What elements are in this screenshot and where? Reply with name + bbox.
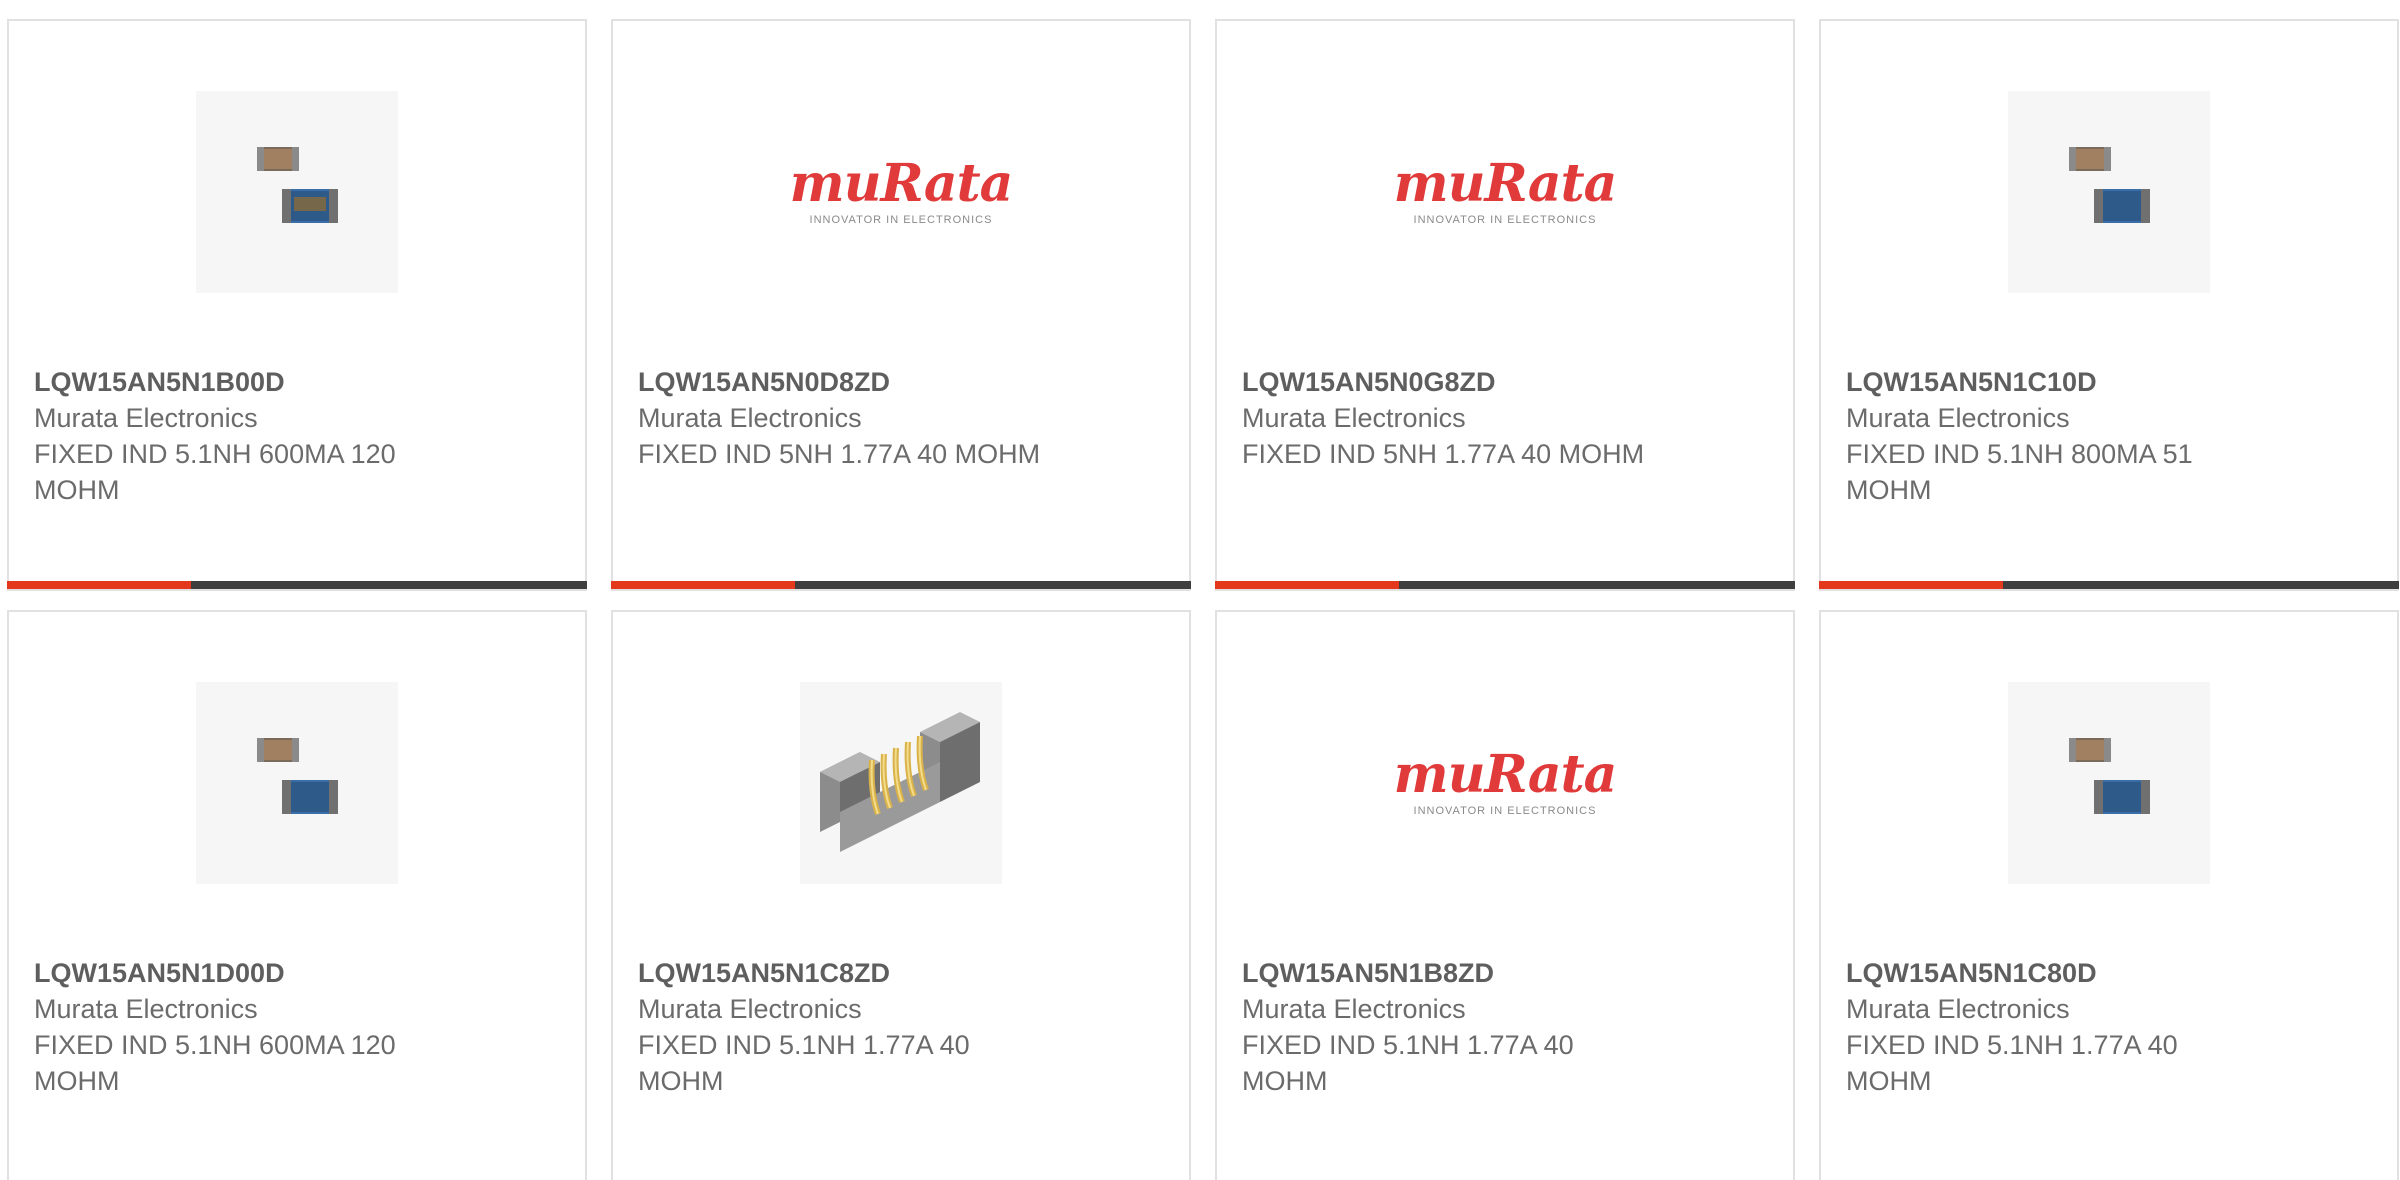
card-accent-bar	[1215, 581, 1399, 589]
card-bottom-bar	[7, 581, 587, 589]
card-accent-bar	[1819, 581, 2003, 589]
card-bottom-bar	[1819, 581, 2399, 589]
part-number[interactable]: LQW15AN5N0D8ZD	[638, 364, 1164, 400]
product-info: LQW15AN5N1B00D Murata Electronics FIXED …	[34, 364, 560, 508]
logo-brand: muRata	[1393, 153, 1618, 214]
murata-logo: muRata INNOVATOR IN ELECTRONICS	[1393, 744, 1618, 818]
chip-inductor-icon	[2069, 147, 2150, 223]
product-info: LQW15AN5N1B8ZD Murata Electronics FIXED …	[1242, 955, 1768, 1099]
wirewound-inductor-icon	[820, 712, 980, 852]
card-bottom-bar	[611, 581, 1191, 589]
description: FIXED IND 5.1NH 1.77A 40 MOHM	[1846, 1030, 2178, 1096]
description: FIXED IND 5NH 1.77A 40 MOHM	[1242, 439, 1645, 469]
description: FIXED IND 5.1NH 800MA 51 MOHM	[1846, 439, 2193, 505]
product-card[interactable]: LQW15AN5N1C10D Murata Electronics FIXED …	[1819, 19, 2399, 591]
manufacturer: Murata Electronics	[1846, 994, 2070, 1024]
product-info: LQW15AN5N0G8ZD Murata Electronics FIXED …	[1242, 364, 1768, 472]
part-number[interactable]: LQW15AN5N1D00D	[34, 955, 560, 991]
product-card[interactable]: muRata INNOVATOR IN ELECTRONICS LQW15AN5…	[1215, 610, 1795, 1180]
product-grid: LQW15AN5N1B00D Murata Electronics FIXED …	[7, 19, 2400, 1180]
logo-tagline: INNOVATOR IN ELECTRONICS	[809, 214, 993, 226]
part-number[interactable]: LQW15AN5N1C80D	[1846, 955, 2372, 991]
manufacturer: Murata Electronics	[638, 403, 862, 433]
product-card[interactable]: LQW15AN5N1C8ZD Murata Electronics FIXED …	[611, 610, 1191, 1180]
part-number[interactable]: LQW15AN5N1C10D	[1846, 364, 2372, 400]
manufacturer: Murata Electronics	[34, 994, 258, 1024]
manufacturer: Murata Electronics	[1846, 403, 2070, 433]
product-card[interactable]: LQW15AN5N1D00D Murata Electronics FIXED …	[7, 610, 587, 1180]
chip-inductor-icon	[257, 147, 338, 223]
murata-logo-image[interactable]: muRata INNOVATOR IN ELECTRONICS	[1394, 91, 1618, 293]
card-accent-bar	[7, 581, 191, 589]
chip-inductor-icon	[257, 738, 338, 814]
card-accent-bar	[611, 581, 795, 589]
manufacturer: Murata Electronics	[1242, 994, 1466, 1024]
wirewound-inductor-image[interactable]	[800, 682, 1002, 884]
manufacturer: Murata Electronics	[34, 403, 258, 433]
product-card[interactable]: LQW15AN5N1B00D Murata Electronics FIXED …	[7, 19, 587, 591]
product-info: LQW15AN5N1C80D Murata Electronics FIXED …	[1846, 955, 2372, 1099]
product-card[interactable]: muRata INNOVATOR IN ELECTRONICS LQW15AN5…	[1215, 19, 1795, 591]
logo-brand: muRata	[1393, 744, 1618, 805]
murata-logo-image[interactable]: muRata INNOVATOR IN ELECTRONICS	[1394, 682, 1618, 884]
murata-logo: muRata INNOVATOR IN ELECTRONICS	[789, 153, 1014, 227]
chip-inductor-icon	[2069, 738, 2150, 814]
logo-tagline: INNOVATOR IN ELECTRONICS	[1413, 214, 1597, 226]
part-number[interactable]: LQW15AN5N1C8ZD	[638, 955, 1164, 991]
part-number[interactable]: LQW15AN5N1B00D	[34, 364, 560, 400]
logo-brand: muRata	[789, 153, 1014, 214]
product-info: LQW15AN5N1C10D Murata Electronics FIXED …	[1846, 364, 2372, 508]
logo-tagline: INNOVATOR IN ELECTRONICS	[1413, 805, 1597, 817]
chip-inductor-image[interactable]	[196, 682, 398, 884]
chip-inductor-image[interactable]	[196, 91, 398, 293]
part-number[interactable]: LQW15AN5N1B8ZD	[1242, 955, 1768, 991]
murata-logo: muRata INNOVATOR IN ELECTRONICS	[1393, 153, 1618, 227]
product-card[interactable]: LQW15AN5N1C80D Murata Electronics FIXED …	[1819, 610, 2399, 1180]
manufacturer: Murata Electronics	[638, 994, 862, 1024]
product-card[interactable]: muRata INNOVATOR IN ELECTRONICS LQW15AN5…	[611, 19, 1191, 591]
description: FIXED IND 5.1NH 1.77A 40 MOHM	[638, 1030, 970, 1096]
description: FIXED IND 5.1NH 600MA 120 MOHM	[34, 439, 396, 505]
product-info: LQW15AN5N1D00D Murata Electronics FIXED …	[34, 955, 560, 1099]
manufacturer: Murata Electronics	[1242, 403, 1466, 433]
product-info: LQW15AN5N0D8ZD Murata Electronics FIXED …	[638, 364, 1164, 472]
murata-logo-image[interactable]: muRata INNOVATOR IN ELECTRONICS	[790, 91, 1014, 293]
card-bottom-bar	[1215, 581, 1795, 589]
part-number[interactable]: LQW15AN5N0G8ZD	[1242, 364, 1768, 400]
product-info: LQW15AN5N1C8ZD Murata Electronics FIXED …	[638, 955, 1164, 1099]
description: FIXED IND 5.1NH 1.77A 40 MOHM	[1242, 1030, 1574, 1096]
description: FIXED IND 5NH 1.77A 40 MOHM	[638, 439, 1041, 469]
chip-inductor-image[interactable]	[2008, 682, 2210, 884]
chip-inductor-image[interactable]	[2008, 91, 2210, 293]
description: FIXED IND 5.1NH 600MA 120 MOHM	[34, 1030, 396, 1096]
